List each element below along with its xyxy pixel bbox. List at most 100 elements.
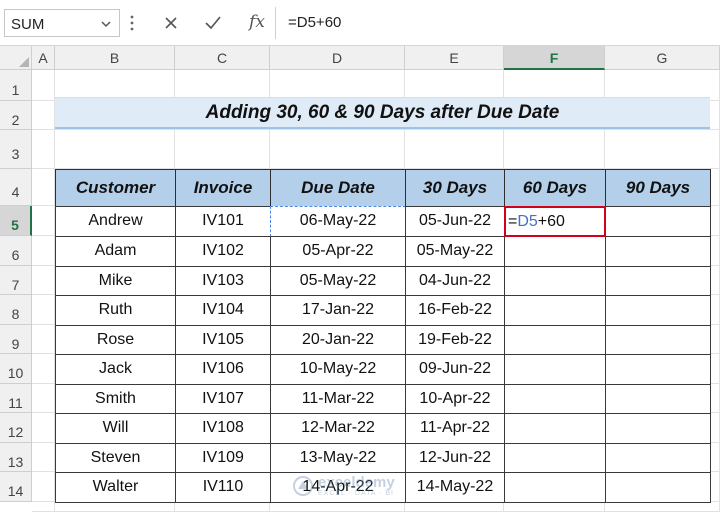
more-options-icon[interactable]	[129, 14, 135, 32]
table-cell[interactable]: 17-Jan-22	[270, 295, 406, 326]
table-cell[interactable]: Steven	[55, 443, 176, 473]
table-cell[interactable]	[504, 443, 606, 473]
table-cell[interactable]	[605, 325, 711, 355]
table-cell[interactable]	[504, 236, 606, 267]
row-header-2[interactable]: 2	[0, 101, 32, 130]
table-cell[interactable]: IV104	[175, 295, 271, 326]
table-cell[interactable]: 11-Mar-22	[270, 384, 406, 414]
table-cell[interactable]	[605, 354, 711, 385]
watermark-logo: exceldemy EXCEL · DATA · BI	[292, 472, 442, 500]
table-cell[interactable]: Jack	[55, 354, 176, 385]
row-header-11[interactable]: 11	[0, 384, 32, 413]
insert-function-icon[interactable]: fx	[244, 9, 270, 35]
column-header-a[interactable]: A	[32, 46, 55, 70]
table-cell[interactable]	[605, 206, 711, 237]
column-header-g[interactable]: G	[605, 46, 720, 70]
table-cell[interactable]: Smith	[55, 384, 176, 414]
table-cell[interactable]: 12-Mar-22	[270, 413, 406, 444]
table-cell[interactable]	[504, 325, 606, 355]
enter-button[interactable]	[200, 10, 226, 36]
table-cell[interactable]: 05-Apr-22	[270, 236, 406, 267]
table-cell[interactable]: 05-May-22	[270, 266, 406, 296]
table-cell[interactable]: 12-Jun-22	[405, 443, 505, 473]
table-cell[interactable]: Ruth	[55, 295, 176, 326]
table-cell[interactable]	[605, 443, 711, 473]
table-cell[interactable]: 04-Jun-22	[405, 266, 505, 296]
table-cell[interactable]	[605, 413, 711, 444]
row-header-3[interactable]: 3	[0, 130, 32, 169]
sheet-title: Adding 30, 60 & 90 Days after Due Date	[205, 102, 560, 123]
row-header-10[interactable]: 10	[0, 354, 32, 384]
column-header-e[interactable]: E	[405, 46, 504, 70]
table-cell[interactable]	[504, 295, 606, 326]
formula-equals: =	[508, 213, 518, 230]
table-cell[interactable]: 06-May-22	[270, 206, 406, 237]
table-cell[interactable]	[605, 266, 711, 296]
row-header-8[interactable]: 8	[0, 295, 32, 325]
dropdown-arrow-icon[interactable]	[99, 17, 113, 31]
name-box-value: SUM	[11, 16, 45, 33]
table-cell[interactable]: 16-Feb-22	[405, 295, 505, 326]
table-cell[interactable]: 10-Apr-22	[405, 384, 505, 414]
formula-input[interactable]: =D5+60	[284, 9, 714, 37]
table-cell[interactable]: IV108	[175, 413, 271, 444]
table-cell[interactable]: IV103	[175, 266, 271, 296]
table-cell[interactable]: IV109	[175, 443, 271, 473]
table-header-30-days: 30 Days	[405, 169, 505, 207]
watermark-subtext: EXCEL · DATA · BI	[318, 490, 394, 497]
table-cell[interactable]	[504, 472, 606, 503]
row-header-4[interactable]: 4	[0, 169, 32, 206]
table-cell[interactable]	[504, 384, 606, 414]
table-cell[interactable]: IV107	[175, 384, 271, 414]
cancel-icon	[165, 17, 177, 29]
watermark-icon	[293, 476, 313, 496]
table-cell[interactable]: Mike	[55, 266, 176, 296]
column-header-f[interactable]: F	[504, 46, 605, 70]
table-cell[interactable]: 20-Jan-22	[270, 325, 406, 355]
enter-check-icon	[205, 16, 221, 30]
table-cell[interactable]	[504, 266, 606, 296]
column-header-b[interactable]: B	[55, 46, 175, 70]
column-header-d[interactable]: D	[270, 46, 405, 70]
table-cell[interactable]: Rose	[55, 325, 176, 355]
table-cell[interactable]	[504, 413, 606, 444]
table-cell[interactable]: Walter	[55, 472, 176, 503]
row-header-14[interactable]: 14	[0, 472, 32, 502]
table-cell[interactable]: IV105	[175, 325, 271, 355]
select-all-corner[interactable]	[0, 46, 32, 70]
table-cell[interactable]: 09-Jun-22	[405, 354, 505, 385]
table-header-customer: Customer	[55, 169, 176, 207]
table-cell[interactable]: IV106	[175, 354, 271, 385]
title-banner: Adding 30, 60 & 90 Days after Due Date	[55, 97, 710, 129]
row-header-7[interactable]: 7	[0, 266, 32, 295]
cancel-button[interactable]	[158, 10, 184, 36]
table-cell[interactable]: 19-Feb-22	[405, 325, 505, 355]
row-header-1[interactable]: 1	[0, 70, 32, 101]
table-header-90-days: 90 Days	[605, 169, 711, 207]
table-cell[interactable]: IV101	[175, 206, 271, 237]
table-cell[interactable]	[605, 472, 711, 503]
table-cell[interactable]: 05-May-22	[405, 236, 505, 267]
table-cell[interactable]: IV102	[175, 236, 271, 267]
active-cell-f5[interactable]: =D5+60	[504, 206, 606, 237]
table-cell[interactable]	[605, 295, 711, 326]
table-cell[interactable]	[605, 236, 711, 267]
name-box[interactable]: SUM	[4, 9, 120, 37]
row-header-5[interactable]: 5	[0, 206, 32, 236]
table-cell[interactable]: 11-Apr-22	[405, 413, 505, 444]
table-cell[interactable]: 13-May-22	[270, 443, 406, 473]
table-cell[interactable]: Andrew	[55, 206, 176, 237]
row-header-13[interactable]: 13	[0, 443, 32, 472]
row-header-9[interactable]: 9	[0, 325, 32, 354]
table-cell[interactable]: IV110	[175, 472, 271, 503]
column-header-c[interactable]: C	[175, 46, 270, 70]
table-cell[interactable]	[504, 354, 606, 385]
table-cell[interactable]: Adam	[55, 236, 176, 267]
table-cell[interactable]: 10-May-22	[270, 354, 406, 385]
formula-operand: +60	[537, 213, 565, 230]
row-header-12[interactable]: 12	[0, 413, 32, 443]
row-header-6[interactable]: 6	[0, 236, 32, 266]
table-cell[interactable]: 05-Jun-22	[405, 206, 505, 237]
table-cell[interactable]: Will	[55, 413, 176, 444]
table-cell[interactable]	[605, 384, 711, 414]
